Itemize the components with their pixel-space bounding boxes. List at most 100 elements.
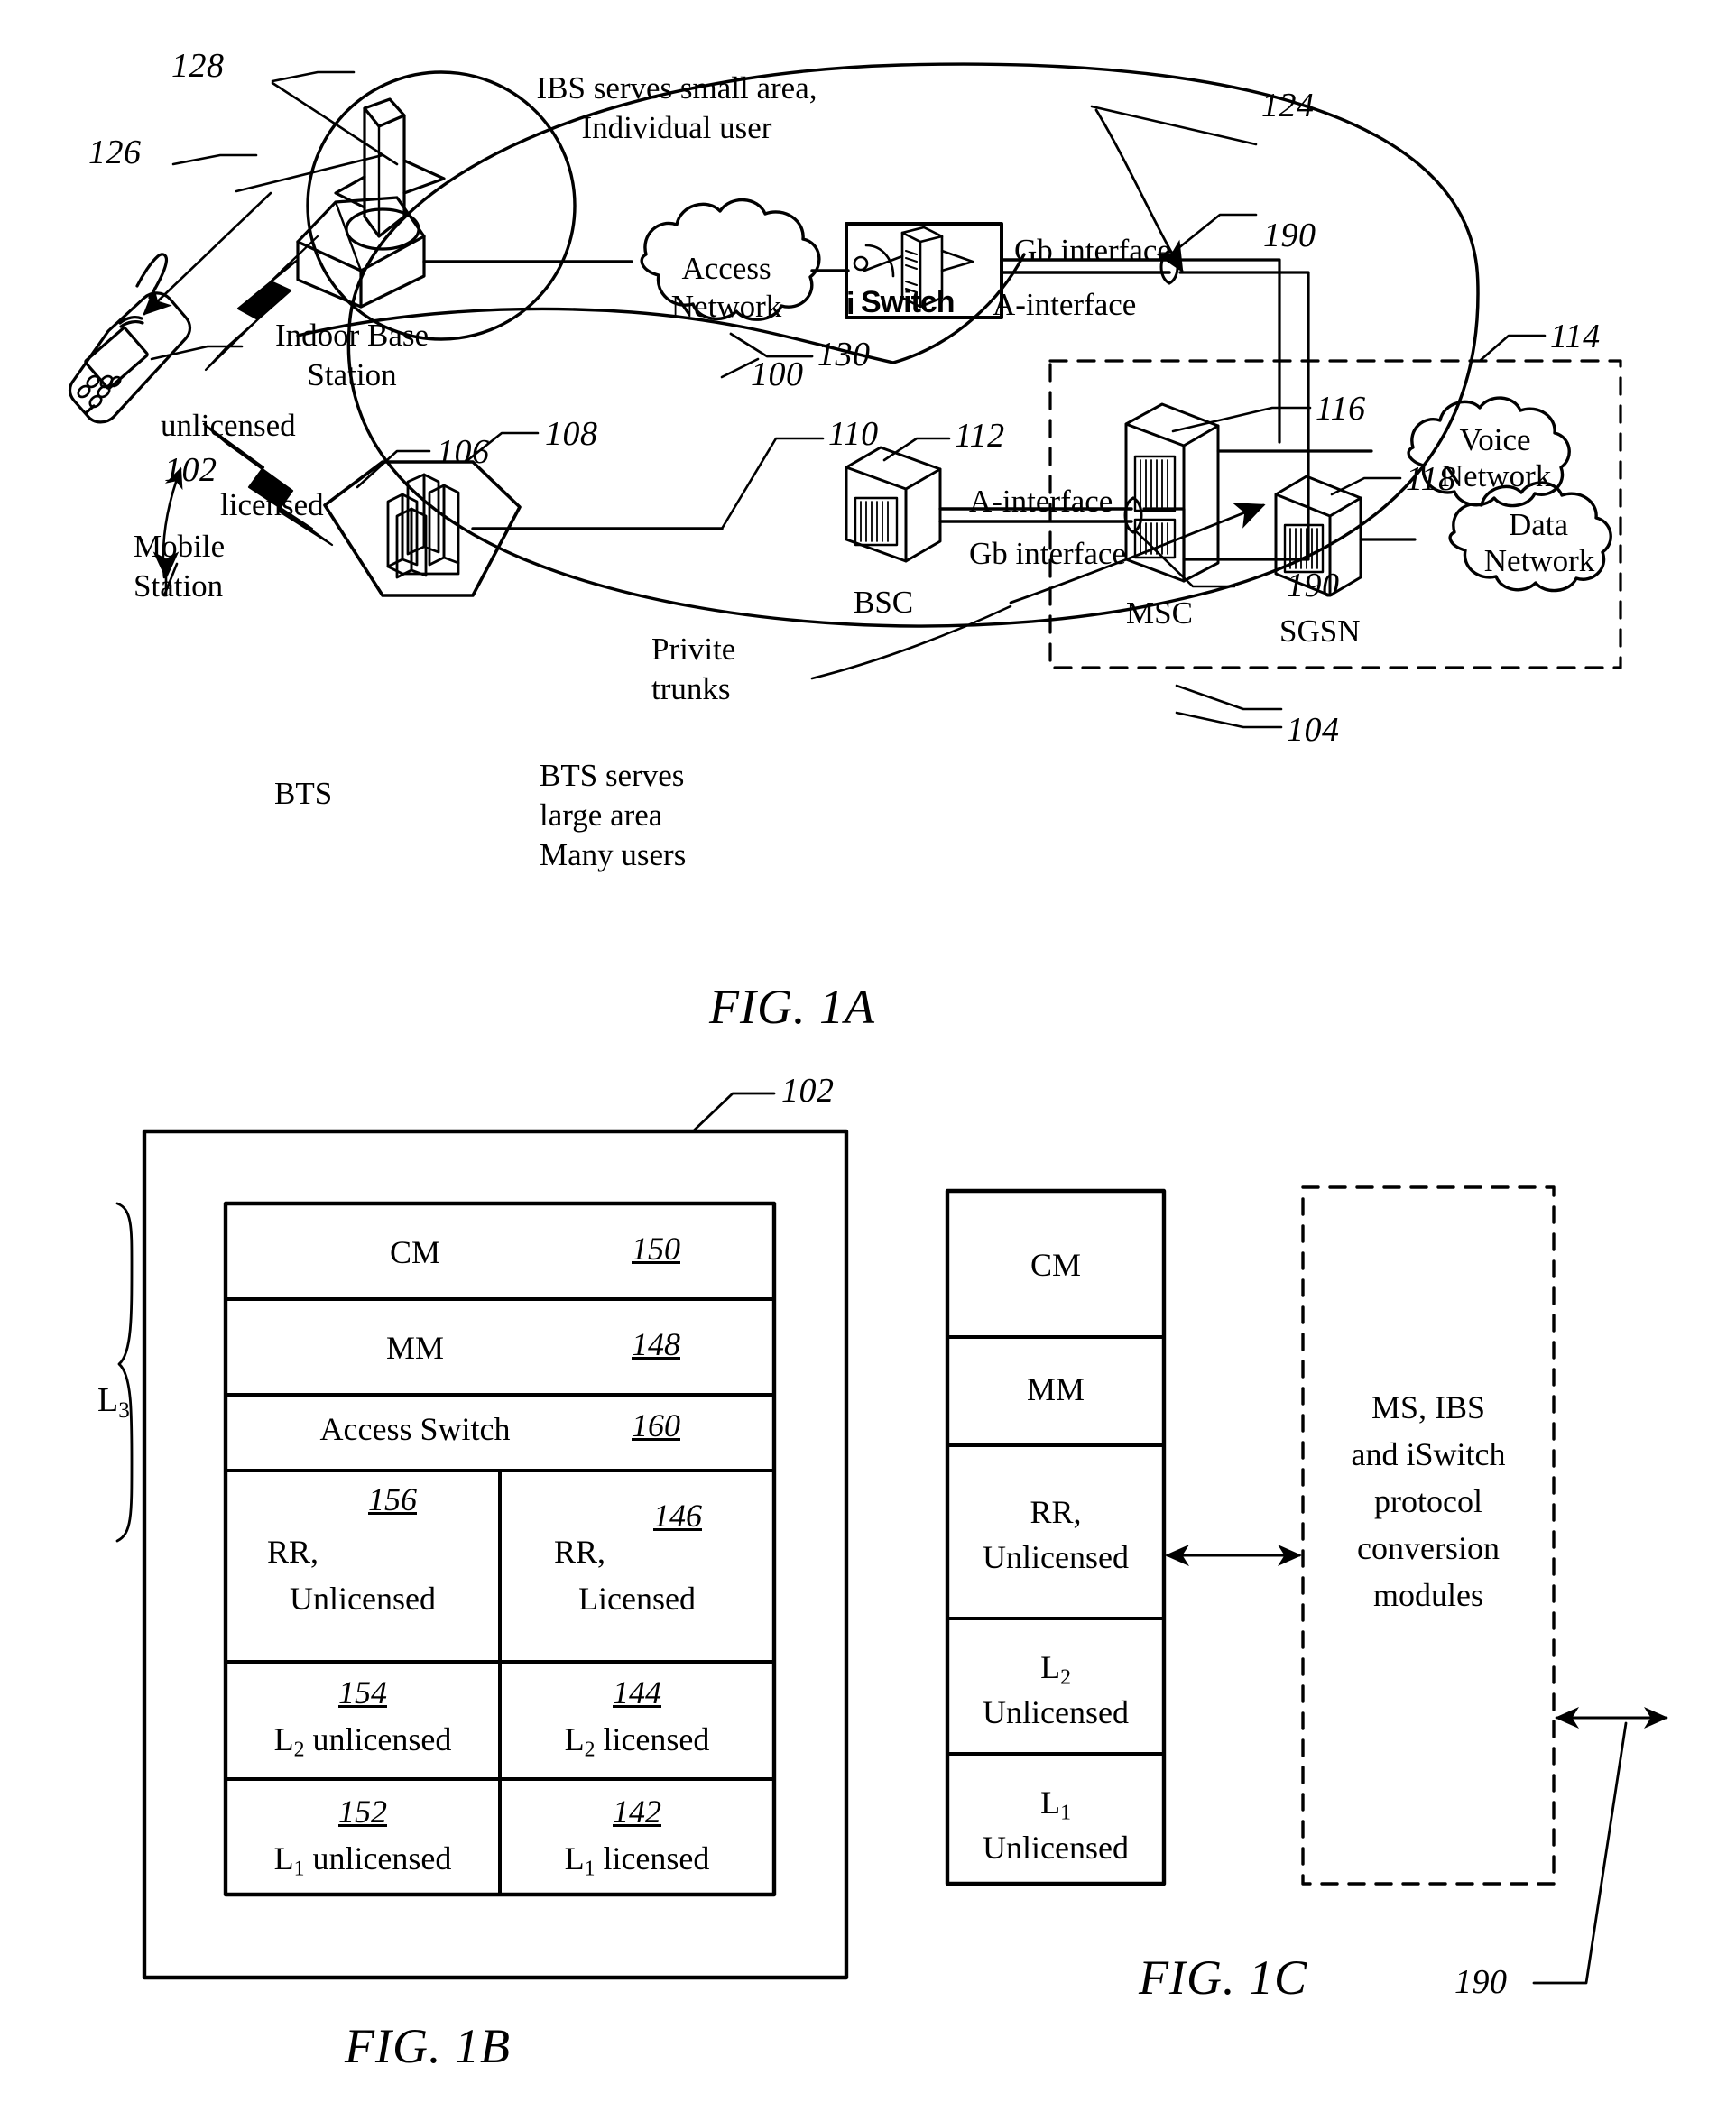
ref-128: 128 [171, 47, 225, 85]
indoor-base-station-line2: Station [307, 357, 397, 392]
msc-label: MSC [1126, 595, 1193, 631]
mobile-station-line2: Station [134, 568, 224, 604]
fig1b-l1-licensed-subscript: 1 [584, 1857, 596, 1881]
fig1b-l1-licensed-tail: licensed [595, 1840, 710, 1877]
fig1c-stack-l1-line1: L1 [947, 1784, 1164, 1825]
iswitch-prefix-label: i [846, 287, 855, 321]
fig1b-l2-licensed-label: L2 licensed [500, 1721, 774, 1762]
fig1c-stack-l1-letter: L [1040, 1784, 1061, 1821]
fig1a-caption: FIG. 1A [709, 980, 875, 1034]
fig1b-l2-licensed-letter: L [564, 1721, 585, 1757]
fig1b-l1-licensed-letter: L [564, 1840, 585, 1877]
ref-126: 126 [88, 134, 142, 171]
bts-label: BTS [274, 776, 333, 811]
ibs-note-line1: IBS serves small area, [536, 70, 817, 106]
fig1b-l2-licensed-tail: licensed [595, 1721, 710, 1757]
l3-bracket-letter: L [97, 1380, 119, 1419]
voice-network-line2: Network [1440, 458, 1552, 493]
gb-interface-bottom-label: Gb interface [969, 536, 1126, 571]
fig1b-row-cm-label: CM [389, 1234, 441, 1270]
access-network-line2: Network [670, 289, 782, 324]
ref-102: 102 [164, 451, 217, 489]
bsc-label: BSC [854, 585, 914, 620]
fig1c-stack-l2-line1: L2 [947, 1649, 1164, 1690]
data-network-line2: Network [1483, 543, 1595, 578]
fig1b-l1-unlicensed-tail: unlicensed [304, 1840, 452, 1877]
ref-112: 112 [955, 417, 1005, 455]
fig1b-l1-licensed-ref: 142 [613, 1794, 661, 1830]
ref-110: 110 [828, 415, 879, 453]
bts-note-line1: BTS serves [540, 758, 685, 793]
ref-130: 130 [817, 336, 871, 373]
patent-drawing-sheet: 128 126 IBS serves small area, Individua… [0, 0, 1736, 2121]
fig1c-stack-mm: MM [1026, 1371, 1085, 1407]
fig1c-stack-l1-subscript: 1 [1060, 1801, 1071, 1825]
fig1c-ref-190: 190 [1454, 1963, 1508, 2001]
iswitch-label: Switch [861, 285, 956, 319]
ref-104: 104 [1287, 711, 1340, 749]
fig1b-rr-unlicensed-line2: Unlicensed [290, 1581, 436, 1617]
fig1b-row-access-switch-ref: 160 [632, 1407, 680, 1443]
fig1b-caption: FIG. 1B [345, 2019, 511, 2073]
fig1b-l1-unlicensed-letter: L [273, 1840, 294, 1877]
licensed-label: licensed [220, 487, 324, 522]
ref-116: 116 [1316, 390, 1366, 428]
fig1c-stack-l1-line2: Unlicensed [983, 1830, 1129, 1866]
fig1b-l2-licensed-subscript: 2 [584, 1738, 596, 1762]
ref-108: 108 [545, 415, 598, 453]
ref-190-top: 190 [1263, 217, 1316, 254]
fig1b-outer-ref: 102 [781, 1072, 835, 1110]
gb-interface-top-label: Gb interface [1014, 233, 1171, 268]
fig1b-rr-licensed-ref: 146 [653, 1498, 702, 1534]
fig1c-conversion-line4: conversion [1357, 1530, 1500, 1566]
fig1b-rr-unlicensed-line1: RR, [267, 1534, 319, 1570]
fig1b-l1-unlicensed-label: L1 unlicensed [226, 1840, 500, 1881]
voice-network-line1: Voice [1459, 422, 1531, 457]
fig1b-l2-unlicensed-tail: unlicensed [304, 1721, 452, 1757]
a-interface-bottom-label: A-interface [969, 484, 1113, 519]
fig1c-conversion-line3: protocol [1374, 1483, 1482, 1519]
fig1b-l2-licensed-ref: 144 [613, 1674, 661, 1711]
fig1b-row-access-switch-label: Access Switch [319, 1411, 511, 1447]
ref-100: 100 [751, 355, 804, 393]
fig1b-rr-licensed-line1: RR, [554, 1534, 606, 1570]
fig1c-conversion-line5: modules [1373, 1577, 1483, 1613]
fig1c-stack-rr-line2: Unlicensed [983, 1539, 1129, 1575]
fig1c-conversion-line1: MS, IBS [1371, 1389, 1486, 1425]
fig1c-stack-l2-line2: Unlicensed [983, 1694, 1129, 1730]
indoor-base-station-line1: Indoor Base [274, 318, 429, 353]
fig1c-caption: FIG. 1C [1139, 1950, 1307, 2005]
fig1b-l2-unlicensed-label: L2 unlicensed [226, 1721, 500, 1762]
fig1c-conversion-line2: and iSwitch [1351, 1436, 1506, 1472]
l3-bracket-subscript: 3 [118, 1397, 130, 1423]
fig1b-l2-unlicensed-letter: L [273, 1721, 294, 1757]
fig1b-rr-licensed-line2: Licensed [578, 1581, 696, 1617]
bts-note-line2: large area [540, 798, 663, 833]
fig1b-row-mm-ref: 148 [632, 1326, 680, 1362]
a-interface-top-label: A-interface [993, 287, 1137, 322]
l3-bracket-label: L3 [63, 1342, 130, 1462]
fig1b-rr-unlicensed-ref: 156 [368, 1481, 417, 1517]
bts-note-line3: Many users [540, 837, 687, 872]
ref-106: 106 [437, 433, 490, 471]
fig1c-stack-l2-letter: L [1040, 1649, 1061, 1685]
private-trunks-line1: Privite [651, 632, 736, 667]
fig1b-row-mm-label: MM [385, 1330, 445, 1366]
ibs-note-line2: Individual user [581, 110, 772, 145]
fig1b-l1-unlicensed-ref: 152 [338, 1794, 387, 1830]
ref-190-bottom: 190 [1287, 567, 1340, 604]
fig1c-stack-cm: CM [1030, 1247, 1082, 1283]
ref-114: 114 [1550, 318, 1601, 355]
sgsn-label: SGSN [1279, 613, 1361, 649]
private-trunks-line2: trunks [651, 671, 731, 706]
mobile-station-line1: Mobile [134, 529, 226, 564]
fig1b-l2-unlicensed-subscript: 2 [293, 1738, 305, 1762]
unlicensed-label: unlicensed [161, 408, 296, 443]
fig1b-l2-unlicensed-ref: 154 [338, 1674, 387, 1711]
fig1c-stack-l2-subscript: 2 [1060, 1665, 1071, 1690]
fig1c-stack-rr-line1: RR, [1030, 1494, 1082, 1530]
fig1b-l1-licensed-label: L1 licensed [500, 1840, 774, 1881]
fig1b-l1-unlicensed-subscript: 1 [293, 1857, 305, 1881]
access-network-line1: Access [681, 251, 771, 286]
data-network-line1: Data [1508, 507, 1569, 542]
